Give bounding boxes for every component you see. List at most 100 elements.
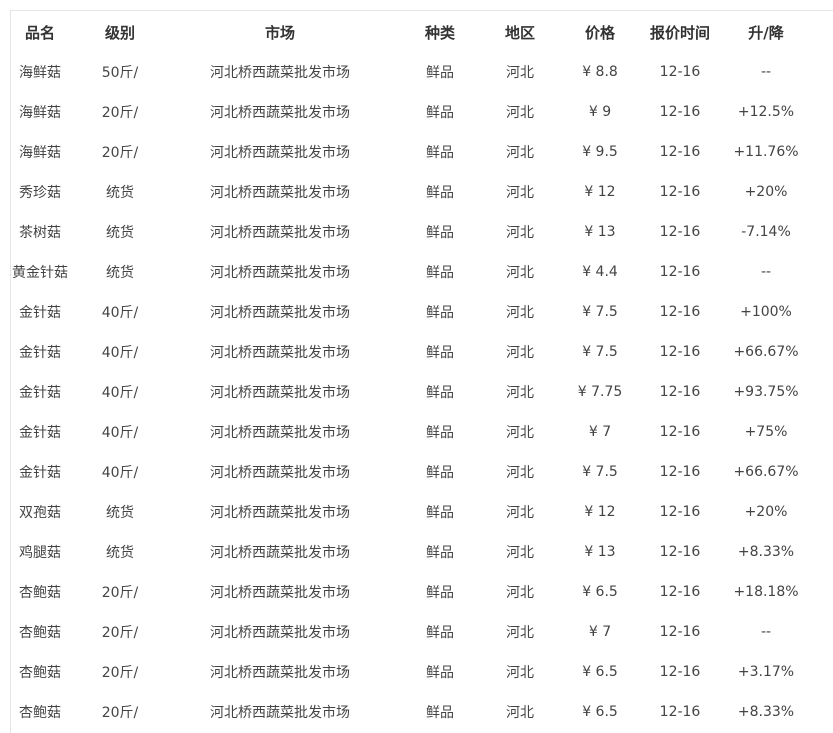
cell-region: 河北 xyxy=(506,265,534,281)
cell-name: 海鲜菇 xyxy=(19,105,61,121)
price-table: 品名 级别 市场 种类 地区 价格 报价时间 升/降 海鲜菇 50斤/河北桥西蔬菜… xyxy=(10,12,822,732)
cell-date: 12-16 xyxy=(659,664,701,680)
cell-market: 河北桥西蔬菜批发市场 xyxy=(210,425,350,441)
cell-grade: 50斤/ xyxy=(101,65,139,81)
table-row: 金针菇 40斤/河北桥西蔬菜批发市场 鲜品 河北 ¥ 7.75 12-16 +93.75% xyxy=(10,372,822,412)
cell-name: 金针菇 xyxy=(19,305,61,321)
cell-type: 鲜品 xyxy=(426,505,454,521)
cell-price: ¥ 7.5 xyxy=(582,304,618,320)
cell-type: 鲜品 xyxy=(426,465,454,481)
cell-type: 鲜品 xyxy=(426,665,454,681)
cell-name: 茶树菇 xyxy=(19,225,61,241)
cell-price: ¥ 9 xyxy=(588,104,612,120)
cell-price: ¥ 8.8 xyxy=(582,64,618,80)
cell-grade: 40斤/ xyxy=(101,425,139,441)
cell-region: 河北 xyxy=(506,625,534,641)
cell-date: 12-16 xyxy=(659,384,701,400)
cell-name: 金针菇 xyxy=(19,385,61,401)
cell-market: 河北桥西蔬菜批发市场 xyxy=(210,465,350,481)
cell-market: 河北桥西蔬菜批发市场 xyxy=(210,705,350,721)
cell-market: 河北桥西蔬菜批发市场 xyxy=(210,665,350,681)
cell-name: 杏鲍菇 xyxy=(19,585,61,601)
cell-date: 12-16 xyxy=(659,544,701,560)
cell-region: 河北 xyxy=(506,505,534,521)
cell-type: 鲜品 xyxy=(426,105,454,121)
cell-grade: 20斤/ xyxy=(101,665,139,681)
cell-change: +66.67% xyxy=(733,464,799,480)
cell-name: 杏鲍菇 xyxy=(19,705,61,721)
cell-date: 12-16 xyxy=(659,584,701,600)
cell-market: 河北桥西蔬菜批发市场 xyxy=(210,345,350,361)
cell-type: 鲜品 xyxy=(426,345,454,361)
cell-name: 杏鲍菇 xyxy=(19,665,61,681)
cell-price: ¥ 7.75 xyxy=(577,384,623,400)
table-row: 海鲜菇 50斤/河北桥西蔬菜批发市场 鲜品 河北 ¥ 8.8 12-16 -- xyxy=(10,52,822,92)
cell-change: +100% xyxy=(740,304,792,320)
table-row: 杏鲍菇 20斤/河北桥西蔬菜批发市场 鲜品 河北 ¥ 6.5 12-16 +3.17% xyxy=(10,652,822,692)
cell-name: 杏鲍菇 xyxy=(19,625,61,641)
cell-grade: 40斤/ xyxy=(101,305,139,321)
cell-market: 河北桥西蔬菜批发市场 xyxy=(210,385,350,401)
cell-region: 河北 xyxy=(506,585,534,601)
cell-type: 鲜品 xyxy=(426,705,454,721)
cell-type: 鲜品 xyxy=(426,145,454,161)
cell-price: ¥ 4.4 xyxy=(582,264,618,280)
header-name: 品名 xyxy=(24,23,55,42)
cell-price: ¥ 13 xyxy=(584,544,616,560)
cell-date: 12-16 xyxy=(659,224,701,240)
cell-price: ¥ 6.5 xyxy=(582,704,618,720)
table-row: 海鲜菇 20斤/河北桥西蔬菜批发市场 鲜品 河北 ¥ 9 12-16 +12.5% xyxy=(10,92,822,132)
cell-price: ¥ 9.5 xyxy=(582,144,618,160)
cell-price: ¥ 7.5 xyxy=(582,464,618,480)
cell-date: 12-16 xyxy=(659,464,701,480)
cell-date: 12-16 xyxy=(659,424,701,440)
cell-region: 河北 xyxy=(506,425,534,441)
cell-grade: 40斤/ xyxy=(101,345,139,361)
header-grade: 级别 xyxy=(104,23,135,42)
cell-change: +3.17% xyxy=(737,664,795,680)
cell-price: ¥ 13 xyxy=(584,224,616,240)
header-region: 地区 xyxy=(504,23,535,42)
cell-market: 河北桥西蔬菜批发市场 xyxy=(210,265,350,281)
cell-region: 河北 xyxy=(506,145,534,161)
cell-name: 金针菇 xyxy=(19,425,61,441)
cell-change: -- xyxy=(760,624,772,640)
cell-change: +93.75% xyxy=(733,384,799,400)
cell-grade: 统货 xyxy=(106,185,134,201)
table-row: 杏鲍菇 20斤/河北桥西蔬菜批发市场 鲜品 河北 ¥ 6.5 12-16 +8.33% xyxy=(10,692,822,732)
table-row: 黄金针菇 统货 河北桥西蔬菜批发市场 鲜品 河北 ¥ 4.4 12-16 -- xyxy=(10,252,822,292)
cell-grade: 40斤/ xyxy=(101,385,139,401)
cell-type: 鲜品 xyxy=(426,185,454,201)
cell-market: 河北桥西蔬菜批发市场 xyxy=(210,105,350,121)
cell-name: 黄金针菇 xyxy=(12,265,68,281)
table-row: 鸡腿菇 统货 河北桥西蔬菜批发市场 鲜品 河北 ¥ 13 12-16 +8.33% xyxy=(10,532,822,572)
cell-market: 河北桥西蔬菜批发市场 xyxy=(210,505,350,521)
cell-type: 鲜品 xyxy=(426,425,454,441)
cell-type: 鲜品 xyxy=(426,585,454,601)
table-row: 金针菇 40斤/河北桥西蔬菜批发市场 鲜品 河北 ¥ 7.5 12-16 +66.67% xyxy=(10,452,822,492)
cell-market: 河北桥西蔬菜批发市场 xyxy=(210,185,350,201)
cell-grade: 20斤/ xyxy=(101,705,139,721)
cell-date: 12-16 xyxy=(659,304,701,320)
header-change: 升/降 xyxy=(748,23,784,42)
cell-date: 12-16 xyxy=(659,64,701,80)
cell-grade: 20斤/ xyxy=(101,105,139,121)
cell-name: 海鲜菇 xyxy=(19,145,61,161)
table-body: 海鲜菇 50斤/河北桥西蔬菜批发市场 鲜品 河北 ¥ 8.8 12-16 -- 海鲜菇 20斤/… xyxy=(10,52,822,732)
table-row: 秀珍菇 统货 河北桥西蔬菜批发市场 鲜品 河北 ¥ 12 12-16 +20% xyxy=(10,172,822,212)
cell-name: 秀珍菇 xyxy=(19,185,61,201)
cell-type: 鲜品 xyxy=(426,225,454,241)
cell-price: ¥ 7 xyxy=(588,624,612,640)
cell-region: 河北 xyxy=(506,305,534,321)
cell-region: 河北 xyxy=(506,185,534,201)
cell-market: 河北桥西蔬菜批发市场 xyxy=(210,545,350,561)
cell-change: +12.5% xyxy=(737,104,795,120)
cell-grade: 20斤/ xyxy=(101,145,139,161)
cell-change: +8.33% xyxy=(737,544,795,560)
cell-market: 河北桥西蔬菜批发市场 xyxy=(210,225,350,241)
cell-price: ¥ 12 xyxy=(584,504,616,520)
cell-price: ¥ 7 xyxy=(588,424,612,440)
cell-change: +11.76% xyxy=(733,144,799,160)
cell-grade: 统货 xyxy=(106,225,134,241)
cell-date: 12-16 xyxy=(659,344,701,360)
